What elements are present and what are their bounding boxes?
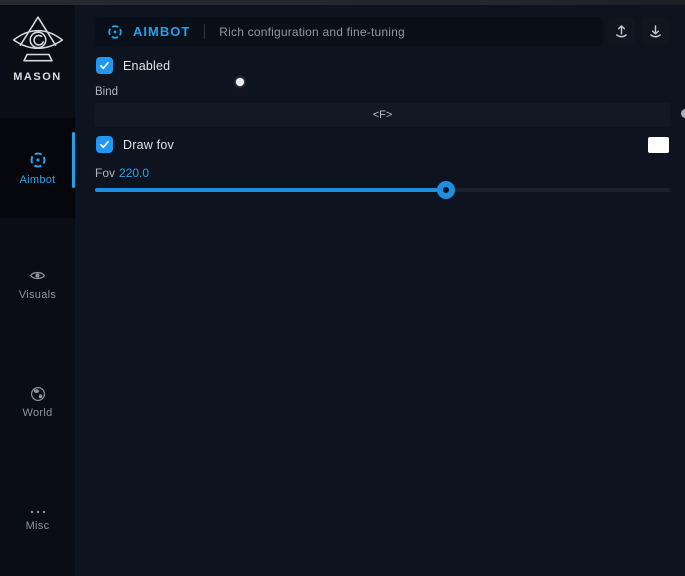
- fov-slider-fill: [95, 188, 446, 192]
- draw-fov-label: Draw fov: [123, 138, 174, 152]
- bind-input[interactable]: <F>: [95, 103, 670, 127]
- page-title: AIMBOT: [133, 24, 190, 39]
- download-icon: [648, 24, 663, 39]
- logo-text: MASON: [13, 71, 61, 83]
- upload-icon: [614, 24, 629, 39]
- fov-value: 220.0: [119, 166, 149, 180]
- fov-slider[interactable]: [95, 188, 670, 192]
- eye-icon: [29, 267, 46, 284]
- sidebar-item-world[interactable]: World: [0, 373, 75, 431]
- sidebar-item-label: Visuals: [19, 289, 56, 301]
- crosshair-icon: [29, 151, 47, 169]
- sidebar-item-aimbot[interactable]: Aimbot: [0, 118, 75, 218]
- bind-label: Bind: [95, 86, 118, 98]
- sidebar-item-label: Misc: [26, 520, 50, 532]
- bind-value: <F>: [373, 109, 393, 121]
- upload-config-button[interactable]: [608, 18, 635, 45]
- enabled-row: Enabled: [96, 57, 170, 74]
- main-panel: AIMBOT Rich configuration and fine-tunin…: [75, 5, 685, 576]
- sidebar-item-visuals[interactable]: Visuals: [0, 255, 75, 313]
- download-config-button[interactable]: [642, 18, 669, 45]
- ellipsis-icon: [29, 509, 47, 515]
- sidebar-item-label: Aimbot: [19, 174, 55, 186]
- fov-value-row: Fov 220.0: [95, 166, 149, 180]
- secondary-cursor-dot: [681, 109, 685, 118]
- fov-slider-handle[interactable]: [437, 181, 455, 199]
- mason-app-window: MASON Aimbot Visuals: [0, 0, 685, 576]
- sidebar-item-misc[interactable]: Misc: [0, 491, 75, 549]
- header-divider: [204, 24, 205, 39]
- mouse-cursor-dot: [236, 78, 244, 86]
- page-header: AIMBOT Rich configuration and fine-tunin…: [95, 17, 603, 46]
- enabled-checkbox[interactable]: [96, 57, 113, 74]
- draw-fov-row: Draw fov: [96, 136, 174, 153]
- page-subtitle: Rich configuration and fine-tuning: [219, 25, 405, 39]
- globe-icon: [30, 386, 46, 402]
- eye-pyramid-icon: [10, 15, 66, 67]
- fov-color-picker[interactable]: [648, 137, 669, 153]
- fov-label: Fov: [95, 166, 115, 180]
- app-logo: MASON: [0, 15, 75, 83]
- sidebar-item-label: World: [22, 407, 52, 419]
- draw-fov-checkbox[interactable]: [96, 136, 113, 153]
- sidebar: MASON Aimbot Visuals: [0, 5, 75, 576]
- crosshair-icon: [107, 24, 123, 40]
- enabled-label: Enabled: [123, 59, 170, 73]
